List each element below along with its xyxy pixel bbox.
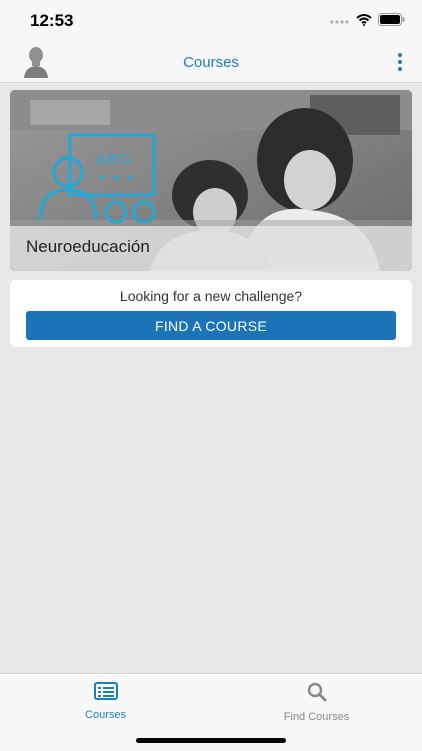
status-time: 12:53 (30, 11, 74, 30)
battery-icon (378, 13, 405, 26)
challenge-prompt: Looking for a new challenge? (119, 288, 303, 304)
course-card[interactable]: ABC Neuroeducación (10, 90, 412, 271)
more-options-button[interactable] (392, 50, 408, 74)
tab-find-courses-label: Find Courses (283, 711, 350, 723)
signal-icon (330, 19, 349, 24)
find-course-card: Looking for a new challenge? FIND A COUR… (10, 280, 412, 347)
more-dot-icon (398, 53, 402, 57)
course-title-bar: Neuroeducación (10, 226, 412, 271)
home-indicator (136, 738, 286, 743)
illustration-text: ABC (96, 151, 133, 168)
tab-courses-label: Courses (85, 709, 126, 721)
wifi-icon (356, 13, 372, 26)
status-icons (330, 13, 406, 26)
more-dot-icon (398, 60, 402, 64)
more-dot-icon (398, 67, 402, 71)
search-icon (307, 682, 326, 702)
list-icon (93, 682, 118, 700)
page-title: Courses (183, 54, 239, 71)
navigation-bar: Courses (0, 42, 422, 83)
find-course-button[interactable]: FIND A COURSE (26, 311, 396, 340)
tab-courses[interactable]: Courses (0, 682, 211, 722)
course-title: Neuroeducación (26, 237, 150, 256)
status-bar: 12:53 (0, 0, 422, 42)
tab-find-courses[interactable]: Find Courses (211, 682, 422, 723)
